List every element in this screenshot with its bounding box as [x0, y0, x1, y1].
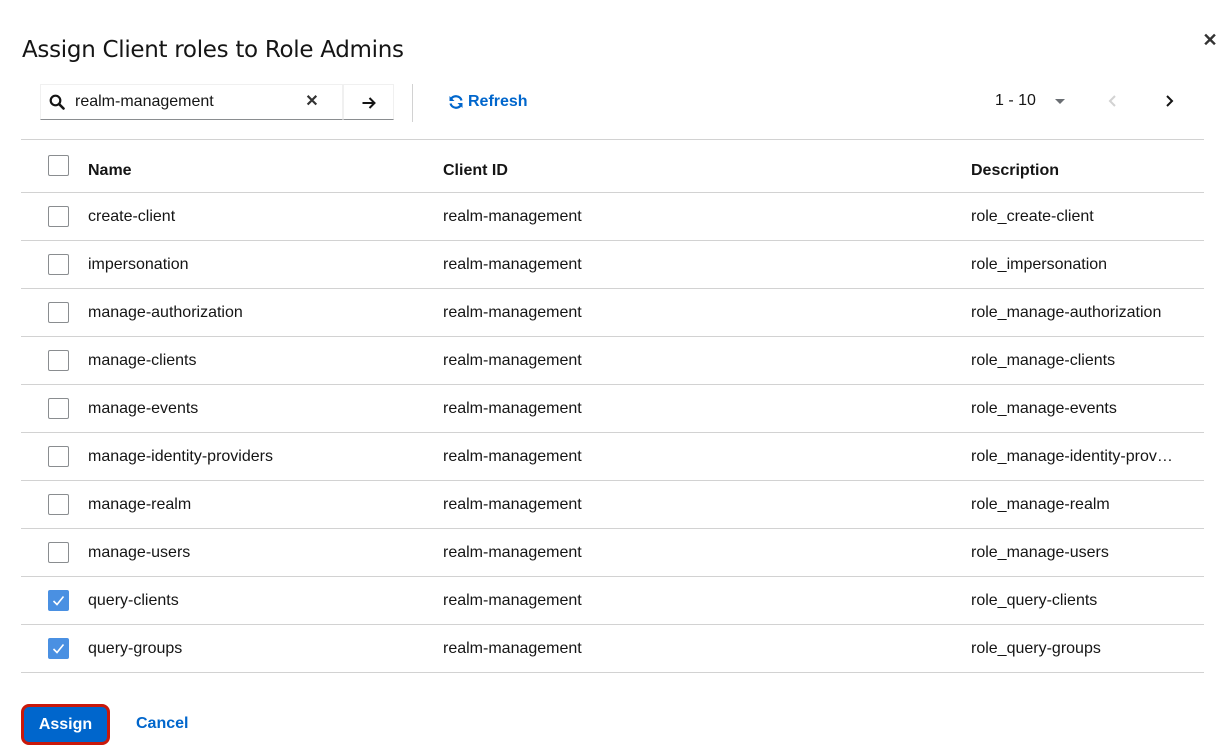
roles-table: Name Client ID Description create-client… [21, 139, 1204, 673]
client-id: realm-management [443, 208, 582, 225]
toolbar-divider [412, 84, 413, 122]
client-id: realm-management [443, 544, 582, 561]
arrow-right-icon [362, 97, 376, 109]
role-description: role_impersonation [971, 256, 1108, 273]
role-description: role_manage-realm [971, 496, 1110, 513]
role-description: role_manage-clients [971, 352, 1116, 369]
row-checkbox[interactable] [48, 638, 69, 659]
table-row: impersonation realm-management role_impers… [21, 241, 1204, 289]
client-id: realm-management [443, 496, 582, 513]
refresh-label: Refresh [468, 93, 528, 110]
row-checkbox[interactable] [48, 446, 69, 467]
role-name: manage-clients [88, 352, 197, 369]
row-checkbox[interactable] [48, 254, 69, 275]
column-header-client-id[interactable]: Client ID [443, 162, 508, 180]
toolbar: ✕ Refresh 1 - 10 [40, 84, 1204, 122]
search-input[interactable] [75, 91, 295, 113]
table-row: manage-events realm-management role_manage… [21, 385, 1204, 433]
caret-down-icon[interactable] [1053, 94, 1067, 108]
role-name: manage-realm [88, 496, 192, 513]
search-go-button[interactable] [343, 84, 394, 120]
client-id: realm-management [443, 304, 582, 321]
role-name: manage-events [88, 400, 199, 417]
role-description: role_create-client [971, 208, 1094, 225]
refresh-button[interactable]: Refresh [448, 92, 528, 112]
role-description: role_manage-identity-provi… [971, 448, 1176, 465]
table-row: query-groups realm-management role_query-g… [21, 625, 1204, 673]
role-name: query-groups [88, 640, 183, 657]
row-checkbox[interactable] [48, 494, 69, 515]
role-description: role_query-clients [971, 592, 1098, 609]
close-icon[interactable]: ✕ [1200, 30, 1220, 50]
role-description: role_query-groups [971, 640, 1101, 657]
chevron-right-icon[interactable] [1162, 94, 1176, 108]
sync-icon [449, 95, 463, 109]
role-name: manage-authorization [88, 304, 243, 321]
row-checkbox[interactable] [48, 302, 69, 323]
role-description: role_manage-events [971, 400, 1117, 417]
client-id: realm-management [443, 448, 582, 465]
row-checkbox[interactable] [48, 206, 69, 227]
role-name: create-client [88, 208, 176, 225]
row-checkbox[interactable] [48, 398, 69, 419]
checkmark-icon [52, 595, 65, 606]
role-name: manage-identity-providers [88, 448, 273, 465]
pagination-range[interactable]: 1 - 10 [995, 92, 1036, 110]
table-row: query-clients realm-management role_query-… [21, 577, 1204, 625]
role-name: impersonation [88, 256, 189, 273]
table-row: manage-clients realm-management role_manag… [21, 337, 1204, 385]
role-name: query-clients [88, 592, 179, 609]
table-header-row: Name Client ID Description [21, 140, 1204, 193]
cancel-button[interactable]: Cancel [136, 715, 188, 733]
row-checkbox[interactable] [48, 350, 69, 371]
client-id: realm-management [443, 256, 582, 273]
client-id: realm-management [443, 640, 582, 657]
client-id: realm-management [443, 352, 582, 369]
role-description: role_manage-authorization [971, 304, 1162, 321]
clear-icon[interactable]: ✕ [302, 92, 322, 112]
column-header-name[interactable]: Name [88, 162, 132, 180]
checkmark-icon [52, 643, 65, 654]
table-row: manage-identity-providers realm-managemen… [21, 433, 1204, 481]
assign-button[interactable]: Assign [21, 704, 110, 745]
select-all-checkbox[interactable] [48, 155, 69, 176]
role-description: role_manage-users [971, 544, 1109, 561]
modal-title: Assign Client roles to Role Admins [22, 37, 404, 63]
table-row: manage-users realm-management role_manage-… [21, 529, 1204, 577]
column-header-description[interactable]: Description [971, 162, 1059, 180]
client-id: realm-management [443, 592, 582, 609]
table-row: manage-authorization realm-management role… [21, 289, 1204, 337]
table-row: create-client realm-management role_create… [21, 193, 1204, 241]
chevron-left-icon[interactable] [1106, 94, 1120, 108]
row-checkbox[interactable] [48, 542, 69, 563]
table-row: manage-realm realm-management role_manage-… [21, 481, 1204, 529]
row-checkbox[interactable] [48, 590, 69, 611]
search-box: ✕ [40, 84, 343, 120]
role-name: manage-users [88, 544, 191, 561]
search-icon [49, 94, 65, 110]
client-id: realm-management [443, 400, 582, 417]
